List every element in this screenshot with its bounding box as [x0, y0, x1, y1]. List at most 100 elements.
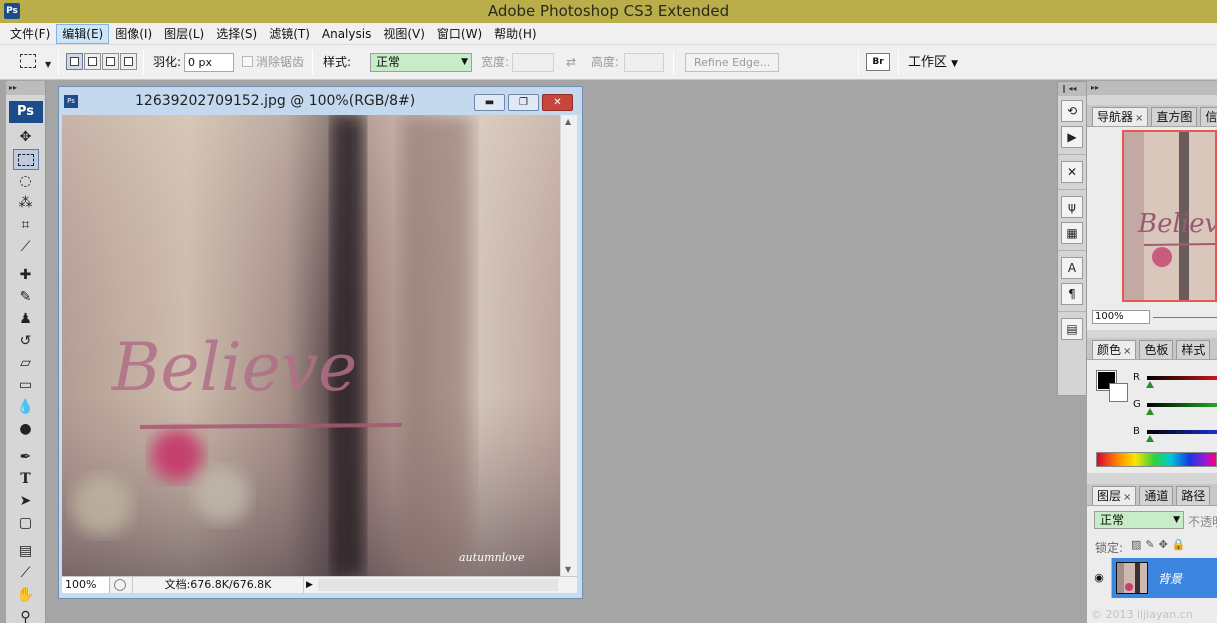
menu-file[interactable]: 文件(F)	[4, 24, 56, 44]
move-icon[interactable]: ✥	[13, 127, 39, 148]
gradient-icon[interactable]: ▭	[13, 375, 39, 396]
tab-navigator[interactable]: 导航器 ×	[1092, 107, 1149, 126]
channel-b-handle[interactable]	[1146, 435, 1154, 442]
info-panel-icon[interactable]: ▤	[1061, 318, 1083, 340]
mode-add-selection-button[interactable]	[84, 53, 101, 70]
menu-analysis[interactable]: Analysis	[316, 24, 377, 44]
magic-wand-icon[interactable]: ⁂	[13, 193, 39, 214]
mode-intersect-selection-button[interactable]	[120, 53, 137, 70]
menu-filter[interactable]: 滤镜(T)	[263, 24, 316, 44]
image-canvas[interactable]: Believe autumnlove	[62, 115, 560, 576]
ps-badge[interactable]: Ps	[8, 101, 43, 123]
swap-icon[interactable]: ⇄	[566, 53, 576, 72]
tab-styles[interactable]: 样式	[1176, 340, 1211, 359]
lock-all-icon[interactable]: 🔒	[1172, 538, 1190, 551]
width-input[interactable]	[512, 53, 554, 72]
path-select-icon[interactable]: ➤	[13, 491, 39, 512]
rectangle-icon[interactable]: ▢	[13, 513, 39, 534]
document-title-bar[interactable]: Ps 12639202709152.jpg @ 100%(RGB/8#) ▬ ❐…	[59, 87, 582, 115]
workspace-menu[interactable]: 工作区 ▼	[908, 53, 958, 72]
history-brush-icon[interactable]: ↺	[13, 331, 39, 352]
layer-blend-mode-select[interactable]: 正常 ▼	[1094, 511, 1184, 529]
marquee-icon[interactable]	[12, 149, 39, 170]
actions-panel-icon[interactable]: ▶	[1061, 126, 1083, 148]
pen-icon[interactable]: ✒	[13, 447, 39, 468]
layer-row-background[interactable]: ◉ 背景	[1087, 558, 1217, 598]
channel-r-handle[interactable]	[1146, 381, 1154, 388]
scroll-down-icon[interactable]: ▼	[565, 565, 571, 574]
eyedropper-icon[interactable]: ⟋	[13, 563, 39, 584]
brushes-panel-icon[interactable]: ψ	[1061, 196, 1083, 218]
dodge-icon[interactable]: ●	[13, 419, 39, 440]
layer-visibility-eye-icon[interactable]: ◉	[1087, 558, 1112, 598]
crop-icon[interactable]: ⌗	[13, 215, 39, 236]
horizontal-scrollbar[interactable]	[318, 579, 558, 591]
navigator-preview[interactable]: Believe	[1122, 130, 1217, 302]
lock-pixels-icon[interactable]: ✎	[1145, 538, 1158, 551]
minimize-button[interactable]: ▬	[474, 94, 505, 111]
vertical-scrollbar[interactable]: ▲ ▼	[560, 115, 577, 576]
close-icon[interactable]: ×	[1123, 346, 1131, 357]
zoom-icon[interactable]: ⚲	[13, 607, 39, 623]
history-panel-icon[interactable]: ⟲	[1061, 100, 1083, 122]
notes-icon[interactable]: ▤	[13, 541, 39, 562]
tool-preset-marquee-icon[interactable]	[20, 54, 36, 68]
channel-g-handle[interactable]	[1146, 408, 1154, 415]
close-icon[interactable]: ×	[1135, 113, 1143, 124]
slice-icon[interactable]: ⟋	[13, 237, 39, 258]
character-panel-icon[interactable]: A	[1061, 257, 1083, 279]
background-color-swatch[interactable]	[1109, 383, 1128, 402]
menu-edit[interactable]: 编辑(E)	[56, 23, 110, 44]
tab-paths[interactable]: 路径	[1176, 486, 1211, 505]
zoom-field[interactable]: 100%	[62, 577, 110, 593]
tab-info[interactable]: 信	[1200, 107, 1217, 126]
menu-image[interactable]: 图像(I)	[109, 24, 158, 44]
tab-layers[interactable]: 图层 ×	[1092, 486, 1137, 505]
tool-presets-icon[interactable]: ✕	[1061, 161, 1083, 183]
close-icon[interactable]: ×	[1123, 492, 1131, 503]
eraser-icon[interactable]: ▱	[13, 353, 39, 374]
scroll-up-icon[interactable]: ▲	[565, 117, 571, 126]
refine-edge-button[interactable]: Refine Edge...	[685, 53, 780, 72]
antialias-checkbox[interactable]: 消除锯齿	[242, 53, 304, 72]
bridge-button[interactable]: Br	[866, 53, 890, 71]
channel-b-slider[interactable]	[1147, 430, 1217, 434]
right-panel-collapse-icon[interactable]: ▸▸	[1087, 81, 1217, 95]
status-menu-icon[interactable]: ▶	[306, 577, 313, 593]
color-spectrum[interactable]	[1096, 452, 1217, 467]
channel-r-slider[interactable]	[1147, 376, 1217, 380]
lock-transparent-icon[interactable]: ▨	[1131, 538, 1145, 551]
tab-channels[interactable]: 通道	[1139, 486, 1174, 505]
style-select[interactable]: 正常 ▼	[370, 53, 472, 72]
navigator-zoom-field[interactable]: 100%	[1092, 310, 1150, 324]
blur-icon[interactable]: 💧	[13, 397, 39, 418]
tab-histogram[interactable]: 直方图	[1151, 107, 1198, 126]
tab-color[interactable]: 颜色 ×	[1092, 340, 1137, 359]
close-button[interactable]: ✕	[542, 94, 573, 111]
mode-subtract-selection-button[interactable]	[102, 53, 119, 70]
menu-view[interactable]: 视图(V)	[377, 24, 431, 44]
healing-brush-icon[interactable]: ✚	[13, 265, 39, 286]
menu-select[interactable]: 选择(S)	[210, 24, 263, 44]
mode-new-selection-button[interactable]	[66, 53, 83, 70]
height-input[interactable]	[624, 53, 664, 72]
feather-input[interactable]: 0 px	[184, 53, 234, 72]
dock-collapse-icon[interactable]: ∥ ◂◂	[1058, 82, 1086, 96]
lasso-icon[interactable]: ◌	[13, 171, 39, 192]
menu-window[interactable]: 窗口(W)	[431, 24, 488, 44]
tab-swatches[interactable]: 色板	[1139, 340, 1174, 359]
maximize-button[interactable]: ❐	[508, 94, 539, 111]
status-options-icon[interactable]	[114, 579, 126, 591]
menu-help[interactable]: 帮助(H)	[488, 24, 542, 44]
hand-icon[interactable]: ✋	[13, 585, 39, 606]
clone-source-icon[interactable]: ▦	[1061, 222, 1083, 244]
navigator-zoom-slider[interactable]	[1153, 317, 1217, 318]
panel-collapse-icon[interactable]: ▸▸	[6, 81, 45, 95]
tool-preset-chevron-down-icon[interactable]: ▼	[45, 55, 51, 74]
type-icon[interactable]: T	[13, 469, 39, 490]
channel-g-slider[interactable]	[1147, 403, 1217, 407]
clone-stamp-icon[interactable]: ♟	[13, 309, 39, 330]
lock-position-icon[interactable]: ✥	[1159, 538, 1172, 551]
brush-icon[interactable]: ✎	[13, 287, 39, 308]
menu-layer[interactable]: 图层(L)	[158, 24, 210, 44]
